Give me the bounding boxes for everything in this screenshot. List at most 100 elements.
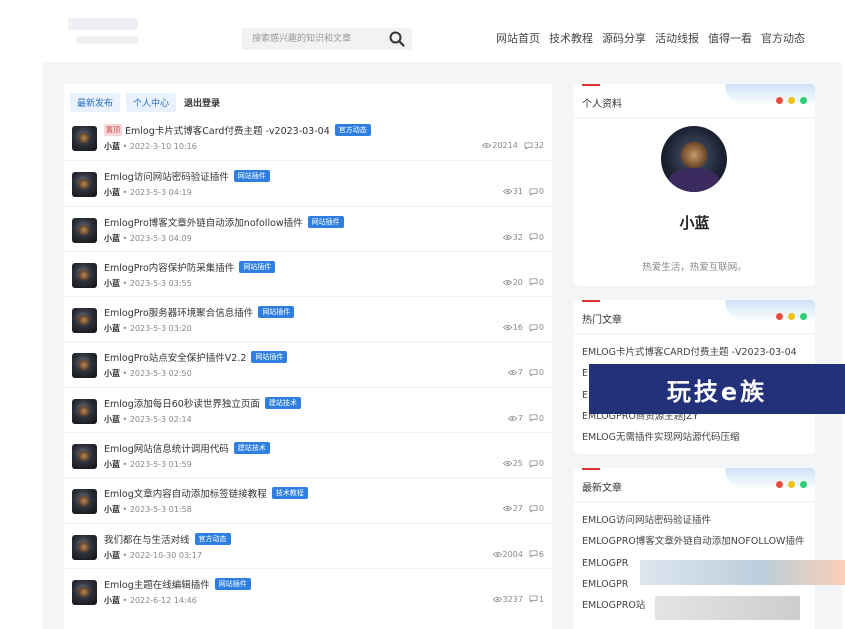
post-author-avatar[interactable] xyxy=(72,126,97,151)
tab-latest[interactable]: 最新发布 xyxy=(70,93,121,112)
post-author[interactable]: 小蓝 xyxy=(104,188,120,197)
view-count-value: 3237 xyxy=(502,594,523,604)
category-badge[interactable]: 网站插件 xyxy=(233,170,270,183)
category-badge[interactable]: 网站插件 xyxy=(307,215,344,228)
post-author-avatar[interactable] xyxy=(72,579,97,605)
post-author[interactable]: 小蓝 xyxy=(104,142,120,151)
post-author[interactable]: 小蓝 xyxy=(104,596,120,605)
post-author[interactable]: 小蓝 xyxy=(104,234,120,243)
view-count: 16 xyxy=(502,323,523,332)
comment-count-value: 0 xyxy=(538,277,544,287)
post-author-avatar[interactable] xyxy=(72,353,97,379)
post-item[interactable]: Emlog主题在线编辑插件 网站插件 小蓝 • 2022-6-12 14:46 323… xyxy=(64,567,552,613)
post-author[interactable]: 小蓝 xyxy=(104,369,120,378)
category-badge[interactable]: 网站插件 xyxy=(214,577,251,590)
post-title-link[interactable]: Emlog文章内容自动添加标签链接教程 xyxy=(104,486,267,500)
post-meta: 小蓝 • 2023-5-3 04:19 xyxy=(104,187,192,198)
post-title-link[interactable]: EmlogPro站点安全保护插件V2.2 xyxy=(104,350,246,364)
nav-home[interactable]: 网站首页 xyxy=(496,30,540,46)
post-author[interactable]: 小蓝 xyxy=(104,279,120,288)
comment-count: 0 xyxy=(529,187,544,196)
view-count-value: 20214 xyxy=(492,141,518,150)
tab-logout[interactable]: 退出登录 xyxy=(182,93,227,112)
post-author-avatar[interactable] xyxy=(72,217,97,243)
category-badge[interactable]: 建站技术 xyxy=(233,442,270,455)
post-item[interactable]: EmlogPro站点安全保护插件V2.2 网站插件 小蓝 • 2023-5-3 02… xyxy=(64,341,552,386)
post-author[interactable]: 小蓝 xyxy=(104,415,120,424)
post-title-link[interactable]: 我们都在与生活对线 xyxy=(104,532,190,546)
post-author-avatar[interactable] xyxy=(72,534,97,560)
view-count: 7 xyxy=(507,368,523,377)
eye-icon xyxy=(507,415,517,421)
post-title-link[interactable]: Emlog网站信息统计调用代码 xyxy=(104,441,229,455)
hot-article-link[interactable]: EMLOG无需插件实现网站源代码压缩 xyxy=(582,427,807,448)
comment-count-value: 6 xyxy=(538,549,544,559)
post-author[interactable]: 小蓝 xyxy=(104,324,120,333)
category-badge[interactable]: 官方动态 xyxy=(194,532,231,545)
profile-card: 个人资料 小蓝 热爱生活，热爱互联网。 xyxy=(574,84,815,286)
post-title-link[interactable]: EmlogPro服务器环境聚合信息插件 xyxy=(104,305,253,319)
comment-count: 32 xyxy=(524,141,544,150)
post-meta: 小蓝 • 2023-5-3 02:14 xyxy=(104,414,192,425)
post-author-avatar[interactable] xyxy=(72,489,97,515)
category-badge[interactable]: 技术教程 xyxy=(271,487,308,500)
post-author[interactable]: 小蓝 xyxy=(104,505,120,514)
header-accent-bar xyxy=(582,300,600,302)
post-date: 2023-5-3 01:58 xyxy=(129,505,192,515)
comment-count-value: 32 xyxy=(533,141,544,150)
post-title-row: EmlogPro服务器环境聚合信息插件 网站插件 xyxy=(104,305,295,319)
blurred-watermark xyxy=(655,596,800,620)
post-title-link[interactable]: EmlogPro博客文章外链自动添加nofollow插件 xyxy=(104,215,303,229)
category-badge[interactable]: 官方动态 xyxy=(334,124,371,136)
post-item[interactable]: EmlogPro服务器环境聚合信息插件 网站插件 小蓝 • 2023-5-3 03:… xyxy=(64,296,552,341)
post-item[interactable]: EmlogPro博客文章外链自动添加nofollow插件 网站插件 小蓝 • 202… xyxy=(64,205,552,251)
post-author-avatar[interactable] xyxy=(72,444,97,470)
latest-article-link[interactable]: EMLOG访问网站密码验证插件 xyxy=(582,510,807,531)
post-item[interactable]: Emlog访问网站密码验证插件 网站插件 小蓝 • 2023-5-3 04:19 31… xyxy=(64,160,552,205)
post-title-link[interactable]: Emlog添加每日60秒读世界独立页面 xyxy=(104,396,260,410)
nav-official-news[interactable]: 官方动态 xyxy=(761,30,805,46)
post-item[interactable]: EmlogPro内容保护防采集插件 网站插件 小蓝 • 2023-5-3 03:55… xyxy=(64,250,552,296)
post-stats: 70 xyxy=(507,368,544,377)
post-item[interactable]: 置顶 Emlog卡片式博客Card付费主题 -v2023-03-04 官方动态 小蓝 … xyxy=(64,115,552,160)
header-accent-bar xyxy=(582,84,600,86)
post-item[interactable]: Emlog网站信息统计调用代码 建站技术 小蓝 • 2023-5-3 01:59 25… xyxy=(64,432,552,477)
category-badge[interactable]: 网站插件 xyxy=(251,351,288,364)
post-item[interactable]: 我们都在与生活对线 官方动态 小蓝 • 2022-10-30 03:17 2004 6 xyxy=(64,522,552,568)
post-list-panel: 最新发布 个人中心 退出登录 置顶 Emlog卡片式博客Card付费主题 -v20… xyxy=(64,84,552,629)
post-title-link[interactable]: Emlog卡片式博客Card付费主题 -v2023-03-04 xyxy=(125,123,330,137)
tab-personal-center[interactable]: 个人中心 xyxy=(126,93,177,112)
latest-article-link[interactable]: EMLOGPRO博客文章外链自动添加NOFOLLOW插件 xyxy=(582,531,807,552)
search-button[interactable] xyxy=(388,30,406,48)
nav-worth-seeing[interactable]: 值得一看 xyxy=(708,30,752,46)
search-input[interactable] xyxy=(242,28,382,50)
eye-icon xyxy=(502,506,512,512)
hot-article-link[interactable]: EMLOG卡片式博客CARD付费主题 -V2023-03-04 xyxy=(582,342,807,363)
post-item[interactable]: Emlog添加每日60秒读世界独立页面 建站技术 小蓝 • 2023-5-3 02:… xyxy=(64,386,552,432)
post-title-row: Emlog添加每日60秒读世界独立页面 建站技术 xyxy=(104,396,301,410)
post-author-avatar[interactable] xyxy=(72,308,97,334)
post-author-avatar[interactable] xyxy=(72,172,97,198)
main-content: 最新发布 个人中心 退出登录 置顶 Emlog卡片式博客Card付费主题 -v20… xyxy=(42,62,842,629)
category-badge[interactable]: 建站技术 xyxy=(264,396,301,409)
nav-source-share[interactable]: 源码分享 xyxy=(602,30,646,46)
post-date: 2023-5-3 03:55 xyxy=(129,278,192,288)
post-author-avatar[interactable] xyxy=(72,262,97,288)
post-author[interactable]: 小蓝 xyxy=(104,551,120,560)
post-item[interactable]: Emlog文章内容自动添加标签链接教程 技术教程 小蓝 • 2023-5-3 01:… xyxy=(64,477,552,522)
post-author-avatar[interactable] xyxy=(72,398,97,424)
profile-avatar[interactable] xyxy=(661,126,727,192)
view-count: 20214 xyxy=(482,141,518,150)
nav-deals[interactable]: 活动线报 xyxy=(655,30,699,46)
post-author[interactable]: 小蓝 xyxy=(104,460,120,469)
post-title-row: Emlog文章内容自动添加标签链接教程 技术教程 xyxy=(104,486,308,500)
category-badge[interactable]: 网站插件 xyxy=(239,260,276,273)
post-title-link[interactable]: Emlog访问网站密码验证插件 xyxy=(104,169,229,183)
category-badge[interactable]: 网站插件 xyxy=(258,306,295,319)
post-title-link[interactable]: Emlog主题在线编辑插件 xyxy=(104,577,210,591)
nav-tutorials[interactable]: 技术教程 xyxy=(549,30,593,46)
view-count-value: 31 xyxy=(512,187,523,197)
post-title-row: Emlog访问网站密码验证插件 网站插件 xyxy=(104,169,270,183)
site-logo[interactable] xyxy=(62,10,162,52)
post-title-link[interactable]: EmlogPro内容保护防采集插件 xyxy=(104,260,234,274)
